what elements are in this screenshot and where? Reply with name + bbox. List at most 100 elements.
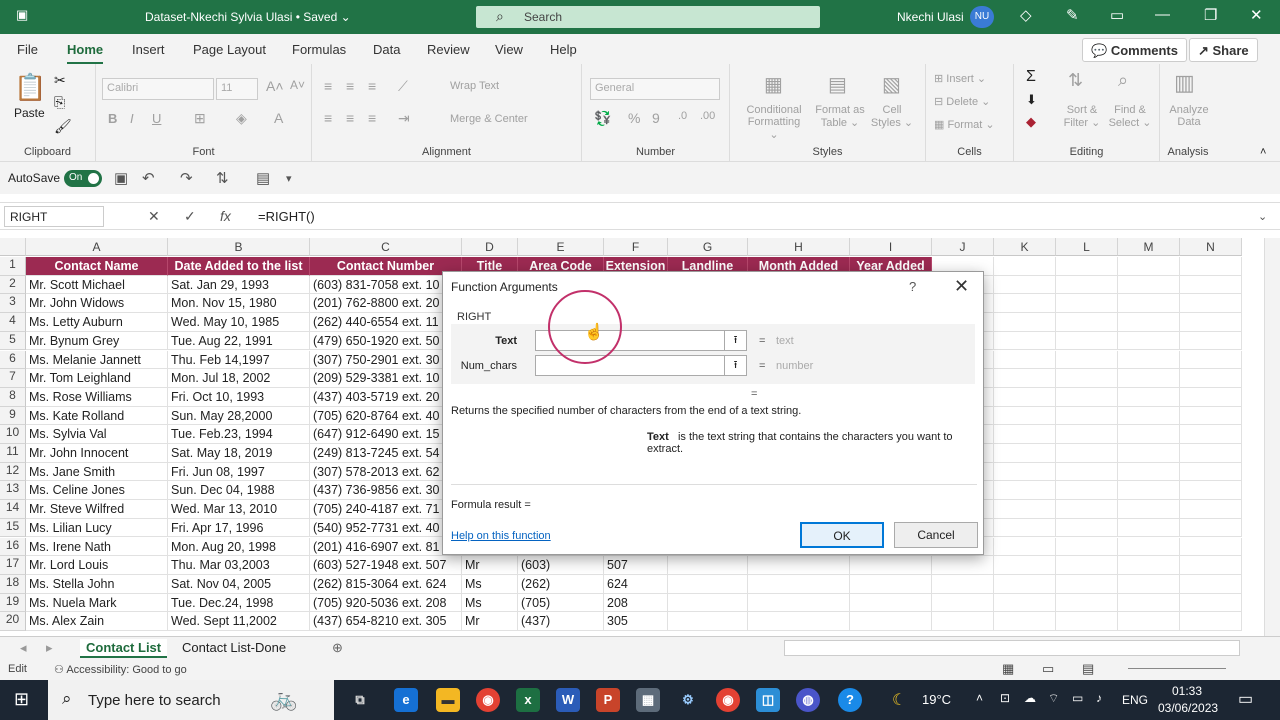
row-header[interactable]: 2 bbox=[0, 275, 26, 295]
cell[interactable] bbox=[1118, 350, 1180, 370]
insert-function-icon[interactable]: fx bbox=[220, 208, 231, 224]
cell[interactable] bbox=[850, 574, 932, 594]
volume-icon[interactable]: ♪ bbox=[1096, 691, 1102, 705]
accessibility-status[interactable]: ⚇ Accessibility: Good to go bbox=[54, 663, 187, 676]
avatar[interactable]: NU bbox=[970, 6, 994, 28]
row-header[interactable]: 12 bbox=[0, 462, 26, 482]
cell[interactable]: (307) 578-2013 ext. 62 bbox=[310, 462, 462, 482]
cell[interactable] bbox=[1180, 275, 1242, 295]
tab-data[interactable]: Data bbox=[373, 42, 400, 57]
name-box[interactable]: RIGHT bbox=[4, 206, 104, 227]
row-header[interactable]: 14 bbox=[0, 500, 26, 519]
wrap-text-button[interactable]: Wrap Text bbox=[450, 80, 499, 92]
collapse-ribbon-icon[interactable]: ˄ bbox=[1260, 146, 1266, 158]
cell[interactable]: (540) 952-7731 ext. 40 bbox=[310, 518, 462, 538]
prev-sheet-icon[interactable]: ◂ bbox=[14, 639, 33, 657]
column-header[interactable]: C bbox=[310, 238, 462, 256]
cell[interactable] bbox=[1118, 612, 1180, 631]
insert-cells-button[interactable]: ⊞ Insert ⌄ bbox=[934, 72, 986, 85]
document-title[interactable]: Dataset-Nkechi Sylvia Ulasi • Saved ⌄ bbox=[145, 10, 351, 24]
row-header[interactable]: 16 bbox=[0, 537, 26, 557]
cell[interactable] bbox=[1180, 481, 1242, 501]
column-header[interactable]: M bbox=[1118, 238, 1180, 256]
cell[interactable]: Fri. Oct 10, 1993 bbox=[168, 387, 310, 407]
tab-formulas[interactable]: Formulas bbox=[292, 42, 346, 57]
restore-icon[interactable]: ❐ bbox=[1204, 6, 1217, 24]
underline-icon[interactable]: U bbox=[152, 111, 161, 126]
clock-date[interactable]: 03/06/2023 bbox=[1158, 701, 1218, 715]
tab-page-layout[interactable]: Page Layout bbox=[193, 42, 266, 57]
row-header[interactable]: 19 bbox=[0, 593, 26, 613]
sort-filter-button[interactable]: Sort & Filter ⌄ bbox=[1060, 104, 1104, 129]
cell[interactable] bbox=[1180, 425, 1242, 444]
cell[interactable]: (201) 762-8800 ext. 20 bbox=[310, 294, 462, 314]
align-top-icon[interactable]: ≡ bbox=[324, 78, 332, 94]
percent-icon[interactable]: % bbox=[628, 110, 640, 126]
column-header[interactable]: E bbox=[518, 238, 604, 256]
decimal-increase-icon[interactable]: .0 bbox=[678, 110, 687, 122]
cell[interactable]: (603) bbox=[518, 556, 604, 575]
cell[interactable] bbox=[1118, 574, 1180, 594]
select-all-corner[interactable] bbox=[0, 238, 26, 256]
collapse-dialog-icon[interactable]: ⭱ bbox=[724, 356, 746, 375]
cell[interactable] bbox=[1180, 556, 1242, 575]
task-view-icon[interactable]: ⧉ bbox=[348, 688, 372, 712]
cell[interactable]: 624 bbox=[604, 574, 668, 594]
row-header[interactable]: 1 bbox=[0, 257, 26, 276]
cancel-button[interactable]: Cancel bbox=[894, 522, 978, 548]
cell[interactable]: Mr. John Innocent bbox=[26, 444, 168, 463]
cell[interactable]: Ms. Nuela Mark bbox=[26, 593, 168, 613]
cell[interactable] bbox=[668, 612, 748, 631]
next-sheet-icon[interactable]: ▸ bbox=[40, 639, 59, 657]
cell[interactable] bbox=[1118, 294, 1180, 314]
store-icon[interactable]: ◫ bbox=[756, 688, 780, 712]
cell[interactable]: Ms. Jane Smith bbox=[26, 462, 168, 482]
cell[interactable]: (307) 750-2901 ext. 30 bbox=[310, 350, 462, 370]
cell[interactable]: Fri. Jun 08, 1997 bbox=[168, 462, 310, 482]
cell[interactable]: (603) 831-7058 ext. 10 bbox=[310, 275, 462, 295]
cell[interactable] bbox=[932, 574, 994, 594]
column-header[interactable]: K bbox=[994, 238, 1056, 256]
cell[interactable]: Mr. Bynum Grey bbox=[26, 331, 168, 351]
cell[interactable]: Thu. Feb 14,1997 bbox=[168, 350, 310, 370]
weather-icon[interactable]: ☾ bbox=[892, 690, 906, 710]
cell[interactable] bbox=[1180, 406, 1242, 426]
cell[interactable] bbox=[1056, 425, 1118, 444]
tab-home[interactable]: Home bbox=[67, 42, 104, 65]
cell[interactable] bbox=[1056, 387, 1118, 407]
row-header[interactable]: 5 bbox=[0, 331, 26, 351]
tray-icon[interactable]: ⊡ bbox=[1000, 691, 1010, 705]
collapse-dialog-icon[interactable]: ⭱ bbox=[724, 331, 746, 350]
cell[interactable] bbox=[1056, 574, 1118, 594]
formula-input[interactable]: =RIGHT() bbox=[258, 209, 315, 224]
windows-start-icon[interactable]: ⊞ bbox=[14, 689, 29, 710]
cell[interactable]: Sat. Jan 29, 1993 bbox=[168, 275, 310, 295]
cell[interactable]: (479) 650-1920 ext. 50 bbox=[310, 331, 462, 351]
cell[interactable]: Mr. Tom Leighland bbox=[26, 369, 168, 388]
cell[interactable] bbox=[1056, 331, 1118, 351]
cell[interactable]: Wed. May 10, 1985 bbox=[168, 313, 310, 332]
cell[interactable] bbox=[994, 462, 1056, 482]
cell[interactable] bbox=[1180, 350, 1242, 370]
align-middle-icon[interactable]: ≡ bbox=[346, 78, 354, 94]
horizontal-scrollbar[interactable] bbox=[784, 640, 1240, 656]
cell[interactable]: Mr. Scott Michael bbox=[26, 275, 168, 295]
cell[interactable]: Mr. Steve Wilfred bbox=[26, 500, 168, 519]
cell[interactable]: Sun. May 28,2000 bbox=[168, 406, 310, 426]
font-size-select[interactable]: 11 bbox=[216, 78, 258, 100]
cell[interactable] bbox=[1180, 574, 1242, 594]
column-header[interactable]: A bbox=[26, 238, 168, 256]
row-header[interactable]: 20 bbox=[0, 612, 26, 631]
undo-icon[interactable]: ↶ bbox=[142, 169, 155, 187]
header-cell[interactable]: Contact Name bbox=[26, 257, 168, 276]
cell[interactable] bbox=[1118, 462, 1180, 482]
cell[interactable] bbox=[1118, 593, 1180, 613]
row-header[interactable]: 17 bbox=[0, 556, 26, 575]
row-header[interactable]: 18 bbox=[0, 574, 26, 594]
comma-icon[interactable]: 9 bbox=[652, 110, 660, 126]
column-header[interactable]: F bbox=[604, 238, 668, 256]
cell[interactable]: Ms bbox=[462, 593, 518, 613]
cell[interactable]: Ms. Alex Zain bbox=[26, 612, 168, 631]
cell[interactable]: Mr bbox=[462, 556, 518, 575]
cell[interactable]: Ms. Stella John bbox=[26, 574, 168, 594]
